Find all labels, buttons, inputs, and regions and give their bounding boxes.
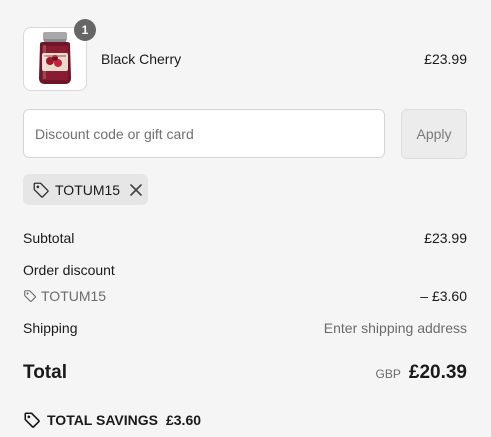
order-discount-label: Order discount	[23, 262, 115, 278]
applied-code-label: TOTUM15	[55, 181, 121, 198]
order-summary: 1 Black Cherry £23.99 Apply TOTUM15 Subt…	[0, 0, 491, 437]
apply-button[interactable]: Apply	[401, 109, 467, 159]
subtotal-value: £23.99	[424, 230, 467, 246]
total-savings: TOTAL SAVINGS £3.60	[23, 411, 201, 429]
total-value: GBP £20.39	[376, 362, 467, 384]
close-icon[interactable]	[130, 183, 142, 196]
tag-icon	[33, 182, 49, 198]
tag-icon	[24, 290, 37, 303]
shipping-value: Enter shipping address	[323, 320, 467, 336]
shipping-label: Shipping	[23, 320, 78, 336]
product-name: Black Cherry	[101, 51, 182, 67]
order-discount-code: TOTUM15	[23, 288, 106, 304]
applied-discount-chip: TOTUM15	[23, 174, 148, 205]
line-item: 1 Black Cherry £23.99	[23, 19, 467, 91]
total-savings-label: TOTAL SAVINGS	[47, 412, 158, 428]
currency-code: GBP	[375, 367, 401, 381]
total-label: Total	[23, 362, 67, 383]
quantity-badge: 1	[74, 19, 96, 41]
total-savings-value: £3.60	[165, 412, 202, 428]
subtotal-label: Subtotal	[23, 230, 75, 246]
order-discount-code-text: TOTUM15	[41, 288, 107, 304]
product-thumbnail: 1	[23, 19, 96, 91]
tag-icon	[24, 412, 40, 428]
order-discount-value: – £3.60	[420, 288, 467, 304]
discount-code-input[interactable]	[23, 109, 385, 158]
product-price: £23.99	[424, 51, 467, 67]
total-amount: £20.39	[408, 362, 467, 383]
